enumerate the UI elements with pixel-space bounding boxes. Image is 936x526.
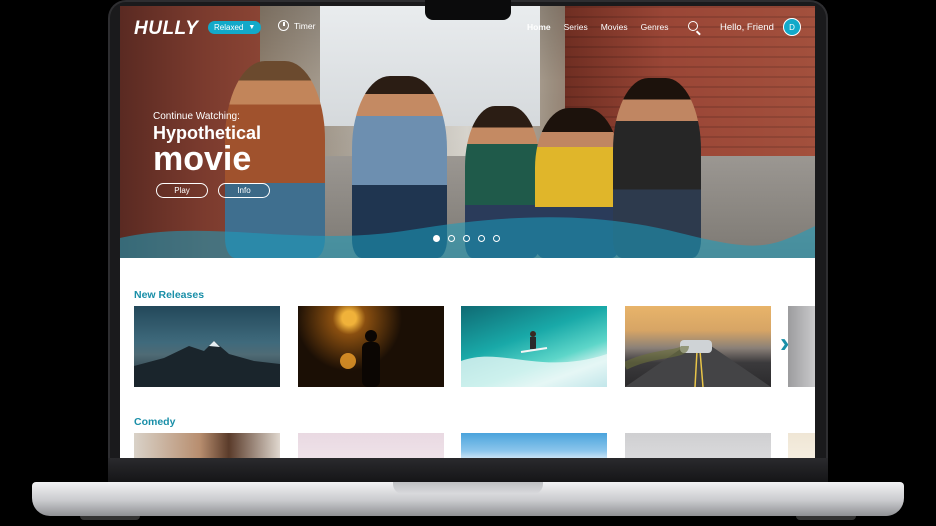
carousel-dot[interactable]: [448, 235, 455, 242]
thumbnail-gray[interactable]: [625, 433, 771, 458]
thumbnail-surfer[interactable]: [461, 306, 607, 387]
section-title-new-releases: New Releases: [134, 289, 205, 301]
mountain-art: [134, 341, 280, 387]
laptop-foot: [796, 516, 856, 520]
carousel-dots: [433, 235, 500, 242]
thumbnail-blue-sky[interactable]: [461, 433, 607, 458]
carousel-dot[interactable]: [478, 235, 485, 242]
silhouette-art: [340, 330, 380, 387]
hero-wave: [120, 217, 815, 258]
laptop-base-notch: [393, 482, 543, 494]
car-road-art: [625, 340, 771, 387]
play-button[interactable]: Play: [156, 183, 208, 198]
avatar[interactable]: D: [783, 18, 801, 36]
carousel-dot[interactable]: [463, 235, 470, 242]
timer-label: Timer: [294, 20, 316, 31]
timer-button[interactable]: Timer: [278, 20, 315, 31]
timer-icon: [278, 20, 289, 31]
thumbnail-silhouette[interactable]: [298, 306, 444, 387]
laptop-foot: [80, 516, 140, 520]
laptop-chin: [108, 458, 828, 482]
app-logo[interactable]: HULLY: [134, 18, 198, 40]
nav-item-home[interactable]: Home: [527, 22, 551, 32]
nav-item-series[interactable]: Series: [564, 22, 588, 32]
hero-banner[interactable]: HULLY Relaxed ▼ Timer Home Series Movies…: [120, 6, 815, 258]
thumbnail-car-road[interactable]: [625, 306, 771, 387]
thumbnail-mountain[interactable]: [134, 306, 280, 387]
thumbnail-partial[interactable]: [788, 306, 815, 387]
carousel-dot[interactable]: [493, 235, 500, 242]
thumbnail-hands-sky[interactable]: [298, 433, 444, 458]
surfer-art: [461, 331, 607, 387]
section-title-comedy: Comedy: [134, 416, 176, 428]
continue-watching-label: Continue Watching:: [153, 111, 240, 122]
search-icon[interactable]: [688, 21, 698, 31]
main-nav: Home Series Movies Genres: [527, 22, 669, 32]
nav-item-movies[interactable]: Movies: [601, 22, 628, 32]
chevron-right-icon[interactable]: ›: [780, 329, 789, 357]
hero-title-line2: movie: [153, 140, 252, 178]
mood-selector[interactable]: Relaxed ▼: [208, 21, 262, 34]
nav-item-genres[interactable]: Genres: [641, 22, 669, 32]
carousel-dot[interactable]: [433, 235, 440, 242]
thumbnail-woman-glasses[interactable]: [134, 433, 280, 458]
camera-notch: [425, 0, 511, 20]
caret-down-icon: ▼: [248, 24, 256, 31]
thumbnail-partial[interactable]: [788, 433, 815, 458]
screen: HULLY Relaxed ▼ Timer Home Series Movies…: [120, 6, 815, 458]
mood-label: Relaxed: [214, 23, 244, 32]
info-button[interactable]: Info: [218, 183, 270, 198]
user-greeting: Hello, Friend: [720, 22, 774, 33]
